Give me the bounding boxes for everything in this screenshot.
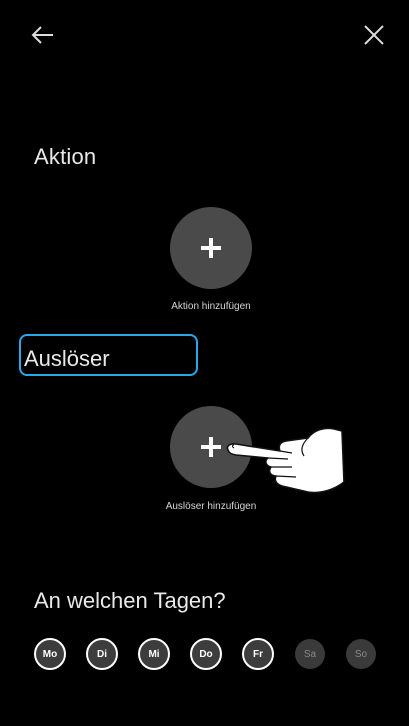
add-trigger-label: Auslöser hinzufügen: [165, 501, 257, 512]
plus-icon: [201, 437, 221, 457]
day-toggle-mi[interactable]: Mi: [138, 638, 170, 670]
day-toggle-sa[interactable]: Sa: [295, 639, 325, 669]
day-toggle-so[interactable]: So: [346, 639, 376, 669]
days-section-title: An welchen Tagen?: [34, 588, 226, 613]
close-button[interactable]: [355, 16, 393, 54]
add-action-label: Aktion hinzufügen: [171, 301, 251, 312]
back-button[interactable]: [26, 18, 60, 52]
plus-icon: [201, 238, 221, 258]
top-bar: [0, 0, 409, 70]
close-icon: [364, 25, 384, 45]
arrow-left-icon: [31, 26, 53, 44]
action-section-title: Aktion: [34, 144, 97, 169]
day-toggle-di[interactable]: Di: [86, 638, 118, 670]
add-action-button[interactable]: [170, 207, 252, 289]
day-toggle-do[interactable]: Do: [190, 638, 222, 670]
add-trigger-button[interactable]: [170, 406, 252, 488]
trigger-section-title: Auslöser: [24, 346, 110, 371]
day-toggle-mo[interactable]: Mo: [34, 638, 66, 670]
day-toggle-fr[interactable]: Fr: [242, 638, 274, 670]
